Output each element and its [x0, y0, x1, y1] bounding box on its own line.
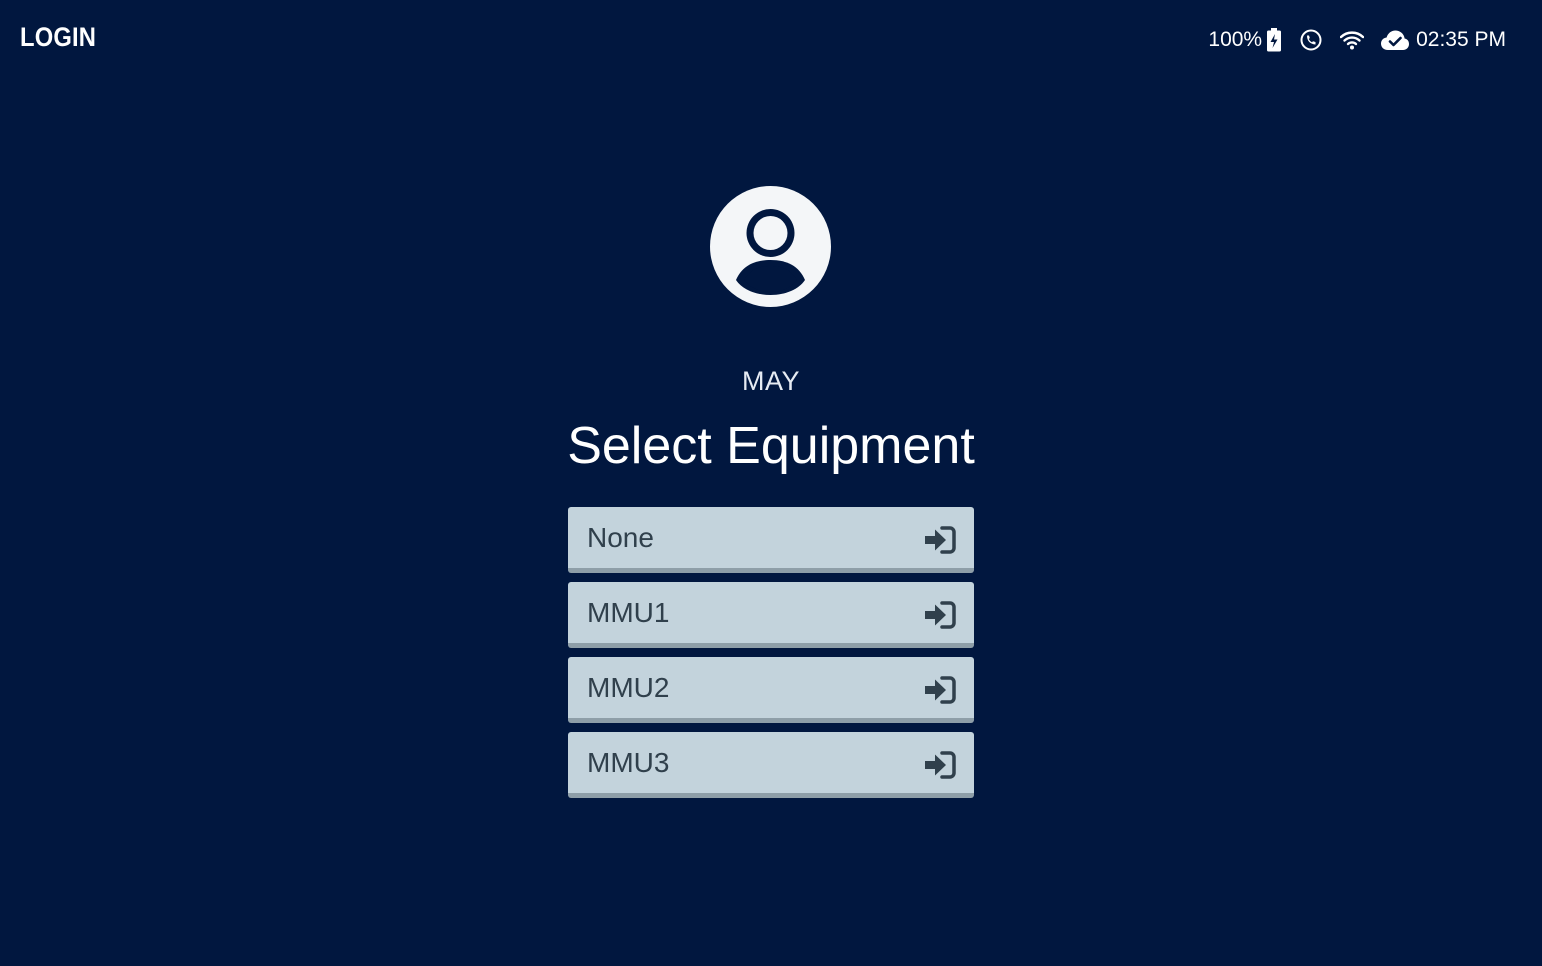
equipment-label: MMU1: [587, 597, 670, 628]
cloud-check-icon: [1380, 29, 1410, 51]
app-title: LOGIN: [20, 22, 97, 52]
login-icon: [924, 676, 956, 704]
login-icon: [924, 751, 956, 779]
page-title: Select Equipment: [567, 417, 975, 475]
equipment-button-none[interactable]: None: [568, 507, 974, 573]
user-name: MAY: [741, 366, 800, 396]
equipment-label: MMU2: [587, 672, 670, 703]
top-bar: LOGIN 100% 02:35 PM: [0, 0, 1542, 80]
battery-charging-icon: [1266, 28, 1282, 52]
login-icon: [924, 601, 956, 629]
equipment-button-mmu3[interactable]: MMU3: [568, 732, 974, 798]
user-avatar-icon: [710, 186, 831, 307]
login-icon: [924, 526, 956, 554]
phone-icon: [1300, 29, 1322, 51]
login-screen: LOGIN 100% 02:35 PM MAY Select Equipment…: [0, 0, 1542, 966]
status-bar: 100% 02:35 PM: [1208, 24, 1506, 56]
wifi-icon: [1340, 29, 1365, 51]
equipment-label: MMU3: [587, 747, 670, 778]
equipment-button-mmu2[interactable]: MMU2: [568, 657, 974, 723]
equipment-label: None: [587, 522, 654, 553]
clock-time: 02:35 PM: [1416, 28, 1506, 51]
battery-level: 100%: [1208, 28, 1263, 51]
equipment-button-mmu1[interactable]: MMU1: [568, 582, 974, 648]
equipment-list: None MMU1 MMU2 MMU3: [568, 507, 974, 807]
